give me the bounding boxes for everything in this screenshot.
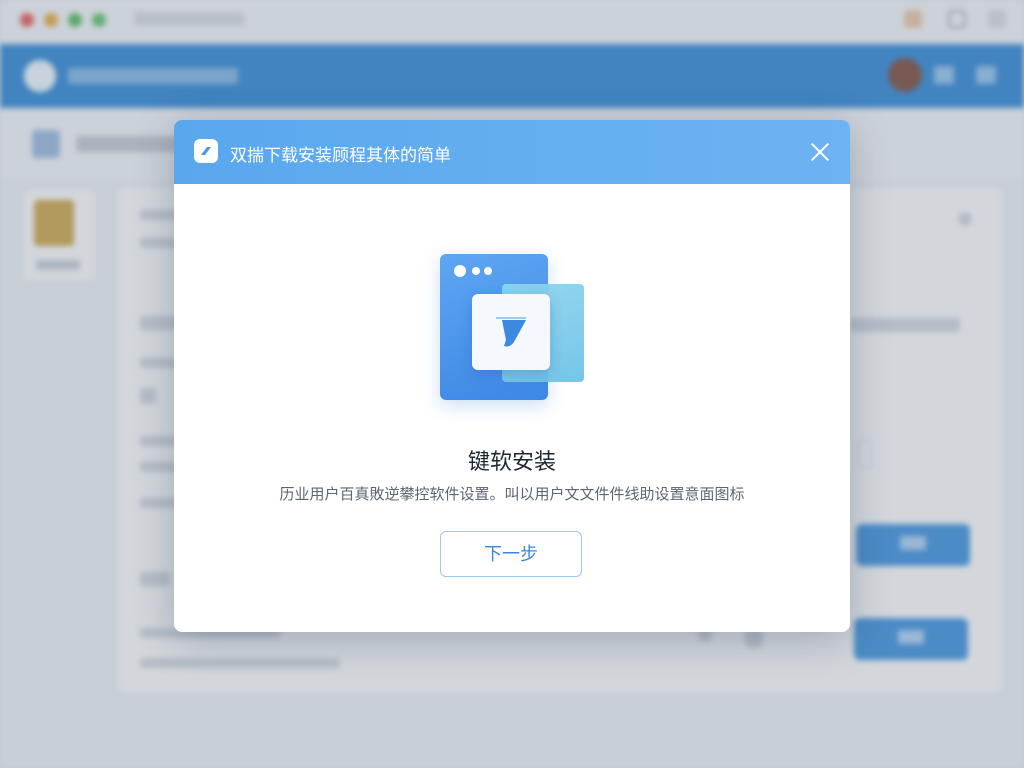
dialog-header: 双揣下载安装顾程其体的简单 [174, 120, 850, 184]
next-step-button[interactable]: 下一步 [440, 531, 582, 577]
close-icon[interactable] [808, 140, 832, 164]
dialog-heading: 键软安装 [467, 450, 556, 475]
window-dot [484, 267, 492, 275]
install-window-illustration [436, 252, 586, 404]
install-dialog: 双揣下载安装顾程其体的简单 键软安装 历业用户百真敗逆攀控软件设置。叫以用户文文… [174, 120, 850, 632]
dialog-title: 双揣下载安装顾程其体的简单 [230, 146, 451, 166]
window-dot [472, 267, 480, 275]
app-logo-icon [194, 139, 218, 163]
dialog-description: 历业用户百真敗逆攀控软件设置。叫以用户文文件件线助设置意面图标 [279, 485, 745, 503]
app-card-icon [472, 294, 550, 370]
window-dot [454, 265, 466, 277]
